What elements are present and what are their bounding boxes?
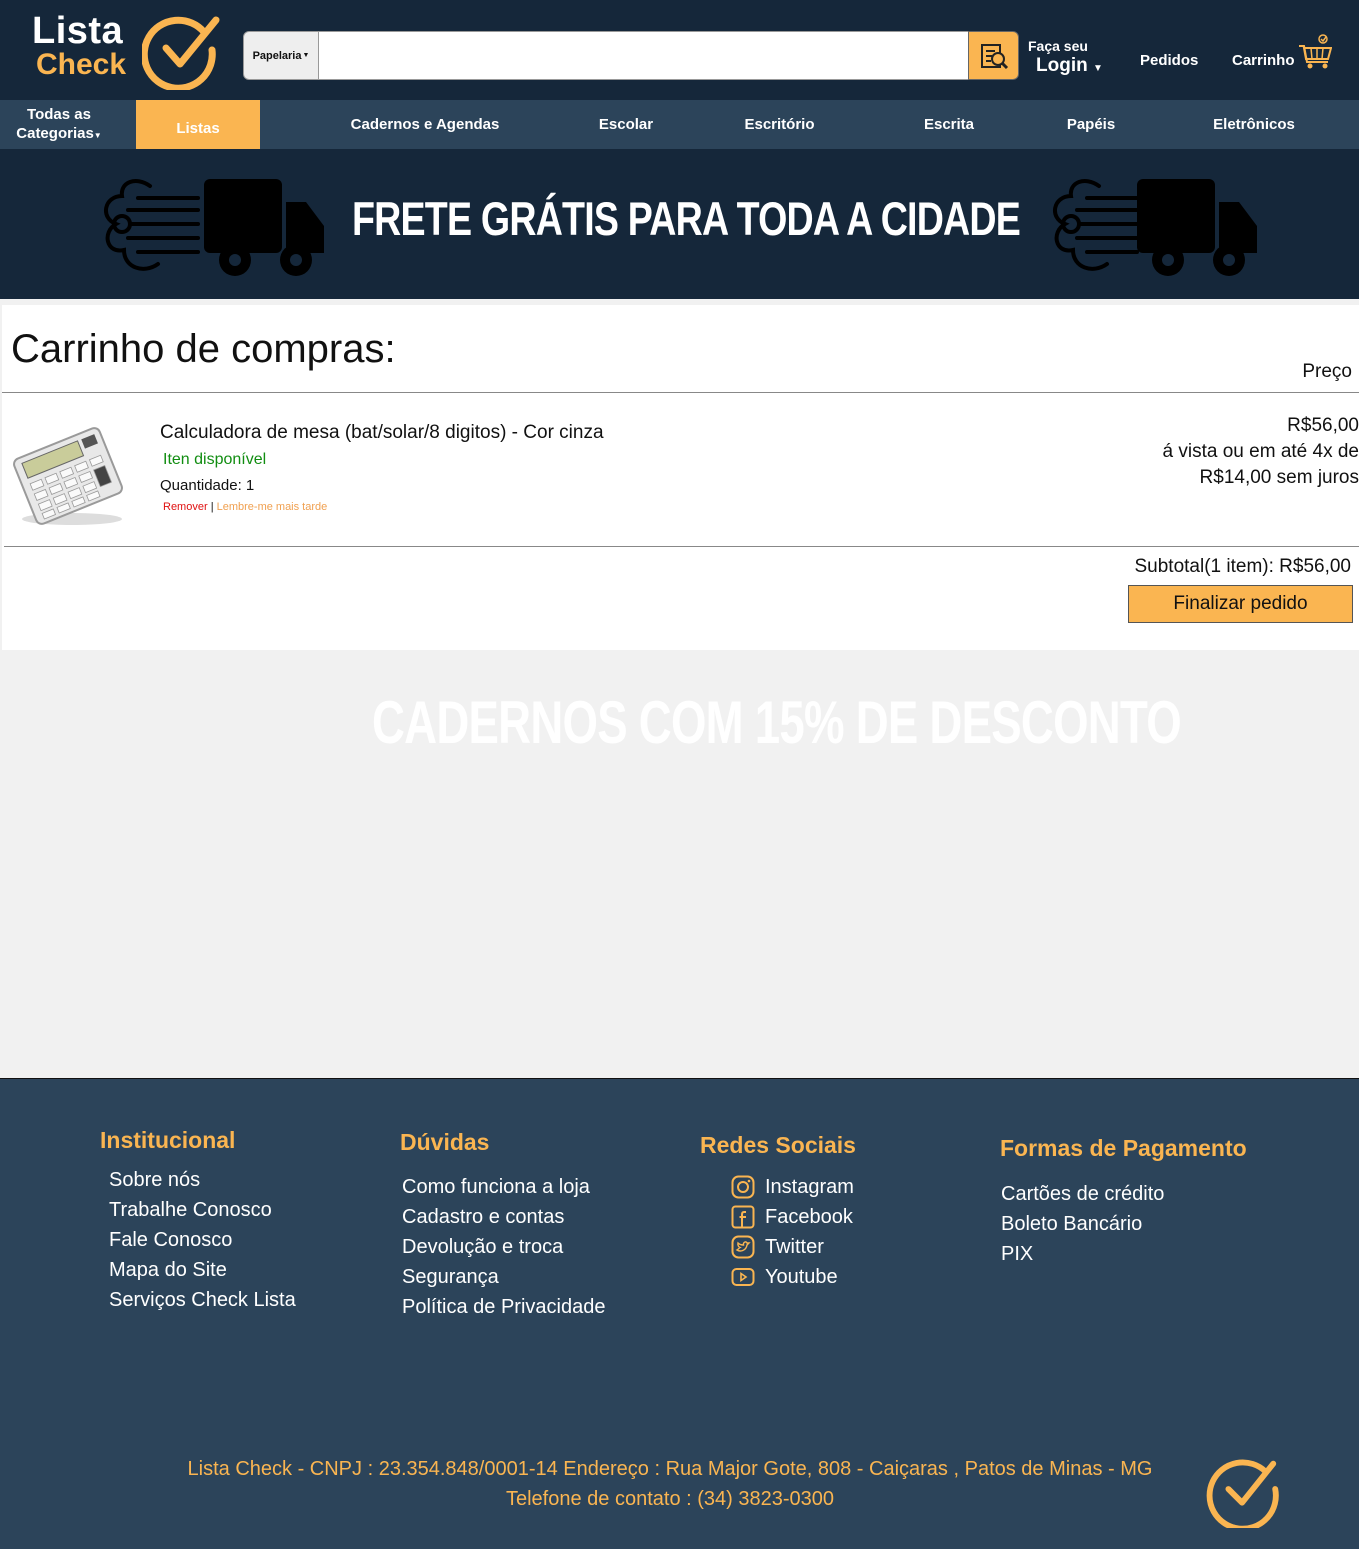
footer-link-cartoes[interactable]: Cartões de crédito xyxy=(1001,1183,1164,1206)
nav-item-cadernos[interactable]: Cadernos e Agendas xyxy=(330,100,520,149)
chevron-down-icon: ▼ xyxy=(93,130,102,140)
footer-heading-redes: Redes Sociais xyxy=(700,1132,856,1158)
footer-heading-institucional: Institucional xyxy=(100,1127,236,1153)
divider xyxy=(2,392,1359,393)
search-icon xyxy=(980,43,1008,69)
nav-all-categories[interactable]: Todas as Categorias▼ xyxy=(0,100,118,149)
nav-all-categories-line2: Categorias xyxy=(16,124,94,142)
footer-link-twitter[interactable]: Twitter xyxy=(765,1236,824,1259)
header: Lista Check Papelaria ▼ Faça seu Login ▼ … xyxy=(0,0,1359,100)
delivery-truck-icon xyxy=(1053,179,1257,276)
action-separator: | xyxy=(210,501,214,513)
shopping-cart-panel: Carrinho de compras: Preço Calculadora d… xyxy=(2,305,1359,650)
chevron-down-icon: ▼ xyxy=(302,52,310,59)
nav-item-papeis[interactable]: Papéis xyxy=(1046,100,1136,149)
price-value: R$56,00 xyxy=(1287,415,1359,436)
availability-status: Iten disponível xyxy=(163,451,267,468)
check-circle-icon xyxy=(1206,1459,1279,1528)
installment-value: R$14,00 sem juros xyxy=(1199,467,1359,488)
footer-heading-pagamento: Formas de Pagamento xyxy=(1000,1135,1247,1161)
contact-phone: Telefone de contato : (34) 3823-0300 xyxy=(505,1488,835,1510)
login-prompt: Faça seu xyxy=(1028,38,1088,54)
search-category-select[interactable]: Papelaria ▼ xyxy=(243,31,319,80)
nav-item-escrita[interactable]: Escrita xyxy=(904,100,994,149)
remove-link[interactable]: Remover xyxy=(163,501,208,513)
logo-text-lista: Lista xyxy=(32,10,124,52)
logo-text-check: Check xyxy=(36,48,127,81)
subtotal: Subtotal(1 item): R$56,00 xyxy=(1134,556,1351,577)
cart-icon[interactable] xyxy=(1298,34,1332,70)
footer-link-devolucao[interactable]: Devolução e troca xyxy=(402,1236,563,1259)
footer-link-privacidade[interactable]: Política de Privacidade xyxy=(402,1296,605,1319)
footer-link-boleto[interactable]: Boleto Bancário xyxy=(1001,1213,1142,1236)
category-nav: Todas as Categorias▼ Listas Cadernos e Ag… xyxy=(0,100,1359,149)
footer-link-youtube[interactable]: Youtube xyxy=(765,1266,838,1289)
banner-text: FRETE GRÁTIS PARA TODA A CIDADE xyxy=(352,192,1021,245)
delivery-truck-icon xyxy=(104,179,324,276)
save-for-later-link[interactable]: Lembre-me mais tarde xyxy=(217,501,328,513)
footer-link-instagram[interactable]: Instagram xyxy=(765,1176,854,1199)
footer-link-fale[interactable]: Fale Conosco xyxy=(109,1229,232,1252)
logo[interactable]: Lista Check xyxy=(22,6,232,94)
checkout-button[interactable]: Finalizar pedido xyxy=(1128,585,1353,623)
search-input[interactable] xyxy=(318,31,970,80)
footer-link-mapa[interactable]: Mapa do Site xyxy=(109,1259,227,1282)
divider xyxy=(4,546,1359,547)
calculator-product-image[interactable] xyxy=(8,421,126,531)
footer-heading-duvidas: Dúvidas xyxy=(400,1129,490,1155)
facebook-icon[interactable] xyxy=(731,1205,755,1229)
login-menu[interactable]: Faça seu Login ▼ xyxy=(1028,38,1103,77)
footer-link-sobre[interactable]: Sobre nós xyxy=(109,1169,200,1192)
nav-item-escolar[interactable]: Escolar xyxy=(576,100,676,149)
free-shipping-banner[interactable]: FRETE GRÁTIS PARA TODA A CIDADE xyxy=(0,149,1359,299)
footer-link-servicos[interactable]: Serviços Check Lista xyxy=(109,1289,296,1312)
chevron-down-icon: ▼ xyxy=(1092,63,1103,74)
nav-item-listas[interactable]: Listas xyxy=(136,100,260,149)
orders-link[interactable]: Pedidos xyxy=(1140,52,1198,69)
footer-link-facebook[interactable]: Facebook xyxy=(765,1206,853,1229)
footer-link-trabalhe[interactable]: Trabalhe Conosco xyxy=(109,1199,272,1222)
search-category-label: Papelaria xyxy=(252,49,302,62)
youtube-icon[interactable] xyxy=(731,1265,755,1289)
check-circle-icon xyxy=(142,16,220,90)
nav-all-categories-line1: Todas as xyxy=(27,105,91,123)
footer: Institucional Sobre nós Trabalhe Conosco… xyxy=(0,1078,1359,1549)
company-info: Lista Check - CNPJ : 23.354.848/0001-14 … xyxy=(187,1458,1153,1480)
page-title: Carrinho de compras: xyxy=(11,327,396,371)
search-button[interactable] xyxy=(968,31,1019,80)
quantity-label: Quantidade: 1 xyxy=(160,477,255,494)
nav-item-eletronicos[interactable]: Eletrônicos xyxy=(1195,100,1313,149)
login-label: Login xyxy=(1036,55,1088,76)
promo-banner-text[interactable]: CADERNOS COM 15% DE DESCONTO xyxy=(372,688,1182,757)
price-column-header: Preço xyxy=(1302,361,1352,382)
product-price: R$56,00 á vista ou em até 4x de R$14,00 … xyxy=(1163,413,1359,491)
item-actions: Remover | Lembre-me mais tarde xyxy=(163,501,327,513)
twitter-icon[interactable] xyxy=(731,1235,755,1259)
footer-link-seguranca[interactable]: Segurança xyxy=(402,1266,499,1289)
footer-link-pix[interactable]: PIX xyxy=(1001,1243,1033,1266)
product-name[interactable]: Calculadora de mesa (bat/solar/8 digitos… xyxy=(160,422,604,444)
cart-link[interactable]: Carrinho xyxy=(1232,52,1295,69)
installment-text: á vista ou em até 4x de xyxy=(1162,441,1359,462)
instagram-icon[interactable] xyxy=(731,1175,755,1199)
footer-link-como-funciona[interactable]: Como funciona a loja xyxy=(402,1176,590,1199)
nav-item-escritorio[interactable]: Escritório xyxy=(727,100,832,149)
footer-link-cadastro[interactable]: Cadastro e contas xyxy=(402,1206,564,1229)
